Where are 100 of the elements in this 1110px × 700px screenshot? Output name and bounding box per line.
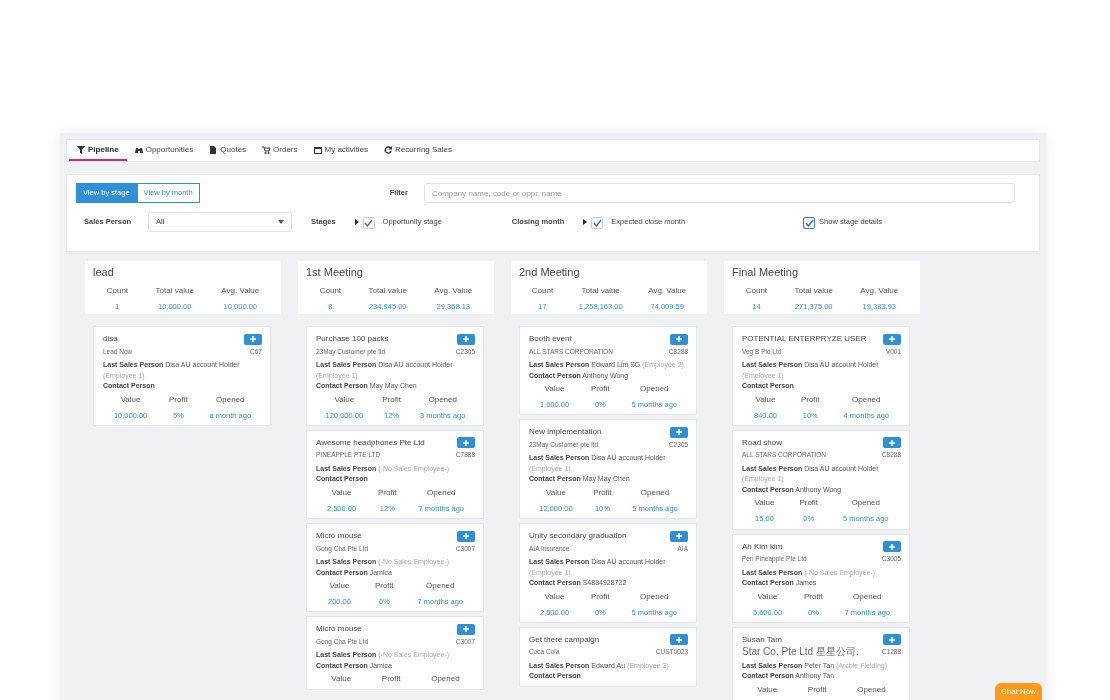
metric-label: Profit [380, 673, 402, 686]
funnel-icon [77, 145, 85, 154]
stat-label: Avg. Value [433, 284, 474, 297]
plus-icon [463, 336, 469, 342]
add-button[interactable] [457, 623, 475, 635]
plus-icon [889, 336, 895, 342]
add-button[interactable] [670, 634, 688, 646]
metric-label: Opened [430, 673, 461, 686]
stage-title: Final Meeting [732, 265, 800, 280]
plus-icon [463, 439, 469, 446]
opportunity-title: Purchase 100 packs [316, 333, 389, 345]
stat-label: Count [530, 284, 555, 297]
stat-label: Avg. Value [859, 284, 900, 297]
add-button[interactable] [670, 426, 688, 438]
opportunity-title: Micro mouse [316, 623, 362, 636]
add-button[interactable] [670, 530, 688, 542]
metric-label: Profit [381, 393, 402, 406]
add-button[interactable] [883, 333, 901, 345]
metric-label: Value [328, 580, 351, 592]
metric-label: Profit [799, 393, 821, 406]
expand-icon[interactable] [583, 219, 588, 225]
metric-label: Value [756, 683, 779, 696]
cart-icon [262, 145, 271, 154]
stat-label: Total value [580, 284, 621, 297]
metric-label: Opened [639, 590, 670, 603]
metric-label: Value [756, 590, 779, 603]
metric-label: Profit [592, 486, 613, 499]
opportunity-title: Road show [742, 436, 783, 449]
metric-label: Opened [639, 486, 671, 499]
tab[interactable]: Pipeline [69, 140, 127, 161]
opportunity-title: Ah Kim kim [742, 540, 783, 553]
checkbox[interactable] [362, 217, 375, 229]
metric-label: Profit [590, 383, 611, 395]
metric-label: Opened [639, 383, 670, 395]
calendar-icon [313, 145, 322, 154]
metric-label: Value [330, 673, 353, 686]
metric-label: Value [333, 393, 356, 406]
opportunity-title: POTENTIAL ENTERPRYZE USER [742, 333, 867, 345]
metric-label: Profit [798, 497, 820, 510]
filter-field[interactable]: Company name, code or oppr. name [423, 183, 1015, 203]
checkbox[interactable] [803, 217, 816, 229]
document-icon [209, 145, 218, 154]
stage-title: lead [93, 265, 115, 280]
stage-title: 2nd Meeting [519, 265, 581, 280]
opportunity-title: disa [103, 333, 118, 345]
add-button[interactable] [457, 530, 475, 542]
refresh-icon [384, 145, 393, 154]
metric-label: Value [330, 486, 353, 499]
plus-icon [889, 543, 895, 550]
checkbox[interactable] [591, 217, 604, 229]
plus-icon [676, 336, 682, 342]
opportunity-title: Booth event [529, 333, 572, 345]
caret-icon [278, 220, 284, 224]
metric-label: Profit [806, 683, 828, 696]
metric-label: Profit [377, 486, 398, 499]
metric-label: Opened [851, 393, 882, 406]
stat-label: Avg. Value [647, 284, 688, 297]
metric-label: Value [543, 383, 566, 395]
add-button[interactable] [457, 333, 475, 345]
stat-label: Avg. Value [220, 284, 261, 297]
plus-icon [676, 533, 682, 539]
metric-label: Opened [426, 486, 457, 499]
metric-label: Value [754, 393, 777, 406]
plus-icon [889, 636, 895, 643]
metric-label: Opened [852, 590, 883, 603]
add-button[interactable] [883, 437, 901, 449]
metric-label: Opened [427, 393, 458, 406]
tab[interactable]: Orders [254, 140, 306, 161]
expand-icon[interactable] [354, 219, 359, 225]
add-button[interactable] [883, 634, 901, 646]
add-button[interactable] [457, 437, 475, 449]
plus-icon [676, 429, 682, 436]
opportunity-title: New implementation [529, 426, 602, 439]
add-button[interactable] [244, 333, 262, 345]
metric-label: Profit [803, 590, 824, 603]
stat-label: Count [105, 284, 130, 297]
tab[interactable]: My activities [305, 140, 377, 161]
opportunity-title: Susan Tam [742, 633, 782, 646]
add-button[interactable] [670, 333, 688, 345]
plus-icon [463, 533, 469, 539]
plus-icon [889, 439, 895, 446]
stat-label: Total value [367, 284, 408, 297]
tab[interactable]: Recurring Sales [376, 140, 460, 161]
stage-title: 1st Meeting [306, 265, 364, 280]
opportunity-title: Unity secondary graduation [529, 530, 627, 542]
tab[interactable]: Opportunities [126, 140, 202, 161]
binoculars-icon [134, 145, 143, 154]
opportunity-title: Awesome headphones Pte Ltd [316, 436, 425, 449]
stat-label: Total value [793, 284, 834, 297]
metric-label: Profit [590, 590, 611, 603]
company-name: Star Co. Pte Ltd 星星公司. [742, 647, 859, 658]
metric-label: Profit [373, 580, 395, 592]
metric-label: Opened [425, 580, 456, 592]
plus-icon [250, 336, 256, 342]
metric-label: Value [545, 486, 567, 499]
add-button[interactable] [883, 541, 901, 552]
metric-label: Value [753, 497, 776, 510]
stat-label: Count [318, 284, 343, 297]
opportunity-title: Get there campaign [529, 633, 600, 646]
tab[interactable]: Quotes [201, 140, 255, 161]
